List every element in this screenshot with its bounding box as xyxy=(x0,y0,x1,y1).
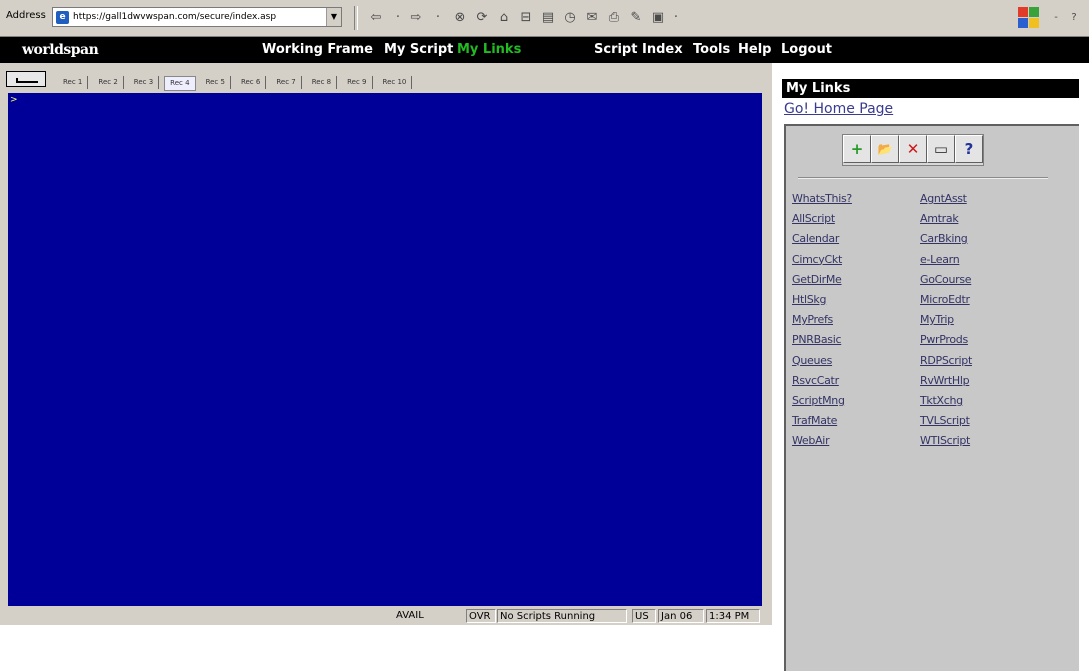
ie-page-icon: e xyxy=(56,10,69,24)
nav-my-script[interactable]: My Script xyxy=(384,42,453,57)
status-avail: AVAIL xyxy=(396,610,424,621)
nav-my-links[interactable]: My Links xyxy=(457,42,521,57)
tab-rec-5[interactable]: Rec 5 xyxy=(201,76,231,89)
home-page-link[interactable]: Go! Home Page xyxy=(784,101,893,117)
tab-rec-8[interactable]: Rec 8 xyxy=(307,76,338,89)
my-link-gocourse[interactable]: GoCourse xyxy=(920,273,972,293)
rec-tabs: Rec 1 Rec 2 Rec 3 Rec 4 Rec 5 Rec 6 Rec 7 Rec 8… xyxy=(58,76,417,91)
nav-logout[interactable]: Logout xyxy=(781,42,832,57)
my-link-htlskg[interactable]: HtlSkg xyxy=(792,293,852,313)
search-icon[interactable]: ⊟ xyxy=(516,8,536,28)
history-icon[interactable]: ◷ xyxy=(560,8,580,28)
back-icon[interactable]: ⇦ xyxy=(366,8,386,28)
my-links-box: + 📂 ✕ ▭ ? WhatsThis? AllScript Calendar Cim… xyxy=(784,124,1079,671)
restore-icon[interactable]: ? xyxy=(1064,8,1084,28)
status-ovr: OVR xyxy=(466,609,496,623)
help-icon[interactable]: ? xyxy=(955,135,983,163)
edit-icon[interactable]: ✎ xyxy=(626,8,646,28)
status-time: 1:34 PM xyxy=(706,609,760,623)
address-bar[interactable]: e https://gall1dwvwspan.com/secure/index… xyxy=(52,7,342,27)
browser-toolbar: Address e https://gall1dwvwspan.com/secu… xyxy=(0,0,1089,37)
window-icon[interactable]: ▭ xyxy=(927,135,955,163)
my-link-whatsthis[interactable]: WhatsThis? xyxy=(792,192,852,212)
my-link-pnrbasic[interactable]: PNRBasic xyxy=(792,333,852,353)
work-area: Rec 1 Rec 2 Rec 3 Rec 4 Rec 5 Rec 6 Rec 7 Rec 8… xyxy=(0,63,772,625)
my-links-toolbar: + 📂 ✕ ▭ ? xyxy=(842,134,984,166)
toolbar-divider xyxy=(798,177,1048,179)
stop-icon[interactable]: ⊗ xyxy=(450,8,470,28)
my-link-amtrak[interactable]: Amtrak xyxy=(920,212,972,232)
print-icon[interactable]: ⎙ xyxy=(604,8,624,28)
status-date: Jan 06 xyxy=(658,609,704,623)
brand-logo: worldspan xyxy=(22,42,99,58)
nav-help[interactable]: Help xyxy=(738,42,771,57)
my-link-trafmate[interactable]: TrafMate xyxy=(792,414,852,434)
tab-rec-10[interactable]: Rec 10 xyxy=(378,76,413,89)
my-link-wtiscript[interactable]: WTIScript xyxy=(920,434,972,454)
terminal-screen[interactable]: > xyxy=(8,93,762,606)
terminal-prompt: > xyxy=(10,95,18,105)
my-link-e-learn[interactable]: e-Learn xyxy=(920,253,972,273)
tab-rec-9[interactable]: Rec 9 xyxy=(342,76,373,89)
my-link-allscript[interactable]: AllScript xyxy=(792,212,852,232)
my-link-rsvccatr[interactable]: RsvcCatr xyxy=(792,374,852,394)
rec-tab-strip: Rec 1 Rec 2 Rec 3 Rec 4 Rec 5 Rec 6 Rec 7 Rec 8… xyxy=(0,68,772,92)
app-nav-bar: worldspan Working Frame My Script My Lin… xyxy=(0,37,1089,63)
nav-script-index[interactable]: Script Index xyxy=(594,42,683,57)
status-bar: AVAIL OVR No Scripts Running US Jan 06 1… xyxy=(8,607,762,625)
my-link-queues[interactable]: Queues xyxy=(792,354,852,374)
address-url[interactable]: https://gall1dwvwspan.com/secure/index.a… xyxy=(73,12,326,22)
tab-rec-2[interactable]: Rec 2 xyxy=(93,76,124,89)
status-script: No Scripts Running xyxy=(497,609,627,623)
forward-dropdown-icon[interactable]: · xyxy=(428,8,448,28)
my-link-scriptmng[interactable]: ScriptMng xyxy=(792,394,852,414)
tab-rec-4[interactable]: Rec 4 xyxy=(164,76,196,91)
links-column-1: WhatsThis? AllScript Calendar CimcyCkt GetDi… xyxy=(792,192,852,454)
my-link-cimcyckt[interactable]: CimcyCkt xyxy=(792,253,852,273)
mail-icon[interactable]: ✉ xyxy=(582,8,602,28)
refresh-icon[interactable]: ⟳ xyxy=(472,8,492,28)
links-column-2: AgntAsst Amtrak CarBking e-Learn GoCourse Mic… xyxy=(920,192,972,454)
my-link-tktxchg[interactable]: TktXchg xyxy=(920,394,972,414)
my-link-webair[interactable]: WebAir xyxy=(792,434,852,454)
discuss-icon[interactable]: ▣ xyxy=(648,8,668,28)
nav-working-frame[interactable]: Working Frame xyxy=(262,42,373,57)
tab-rec-3[interactable]: Rec 3 xyxy=(129,76,160,89)
windows-logo-icon xyxy=(1018,7,1040,29)
my-link-rvwrthlp[interactable]: RvWrtHlp xyxy=(920,374,972,394)
address-label: Address xyxy=(6,10,46,21)
my-link-getdirme[interactable]: GetDirMe xyxy=(792,273,852,293)
favorites-icon[interactable]: ▤ xyxy=(538,8,558,28)
return-icon[interactable] xyxy=(6,71,46,87)
my-links-title: My Links xyxy=(782,79,1079,98)
my-link-mytrip[interactable]: MyTrip xyxy=(920,313,972,333)
tab-rec-1[interactable]: Rec 1 xyxy=(58,76,89,89)
forward-icon[interactable]: ⇨ xyxy=(406,8,426,28)
my-link-calendar[interactable]: Calendar xyxy=(792,232,852,252)
more-icon[interactable]: · xyxy=(666,8,686,28)
home-icon[interactable]: ⌂ xyxy=(494,8,514,28)
my-link-pwrprods[interactable]: PwrProds xyxy=(920,333,972,353)
open-folder-icon[interactable]: 📂 xyxy=(871,135,899,163)
tab-rec-7[interactable]: Rec 7 xyxy=(271,76,302,89)
nav-tools[interactable]: Tools xyxy=(693,42,730,57)
status-locale: US xyxy=(632,609,656,623)
address-dropdown-icon[interactable]: ▼ xyxy=(326,8,341,26)
my-link-tvlscript[interactable]: TVLScript xyxy=(920,414,972,434)
toolbar-separator xyxy=(354,6,358,30)
tab-rec-6[interactable]: Rec 6 xyxy=(236,76,267,89)
my-link-rdpscript[interactable]: RDPScript xyxy=(920,354,972,374)
my-link-carbking[interactable]: CarBking xyxy=(920,232,972,252)
my-links-panel: My Links Go! Home Page + 📂 ✕ ▭ ? WhatsTh… xyxy=(772,63,1089,671)
my-link-myprefs[interactable]: MyPrefs xyxy=(792,313,852,333)
add-icon[interactable]: + xyxy=(843,135,871,163)
back-dropdown-icon[interactable]: · xyxy=(388,8,408,28)
my-link-microedtr[interactable]: MicroEdtr xyxy=(920,293,972,313)
delete-icon[interactable]: ✕ xyxy=(899,135,927,163)
my-link-agntasst[interactable]: AgntAsst xyxy=(920,192,972,212)
minimize-icon[interactable]: - xyxy=(1046,8,1066,28)
